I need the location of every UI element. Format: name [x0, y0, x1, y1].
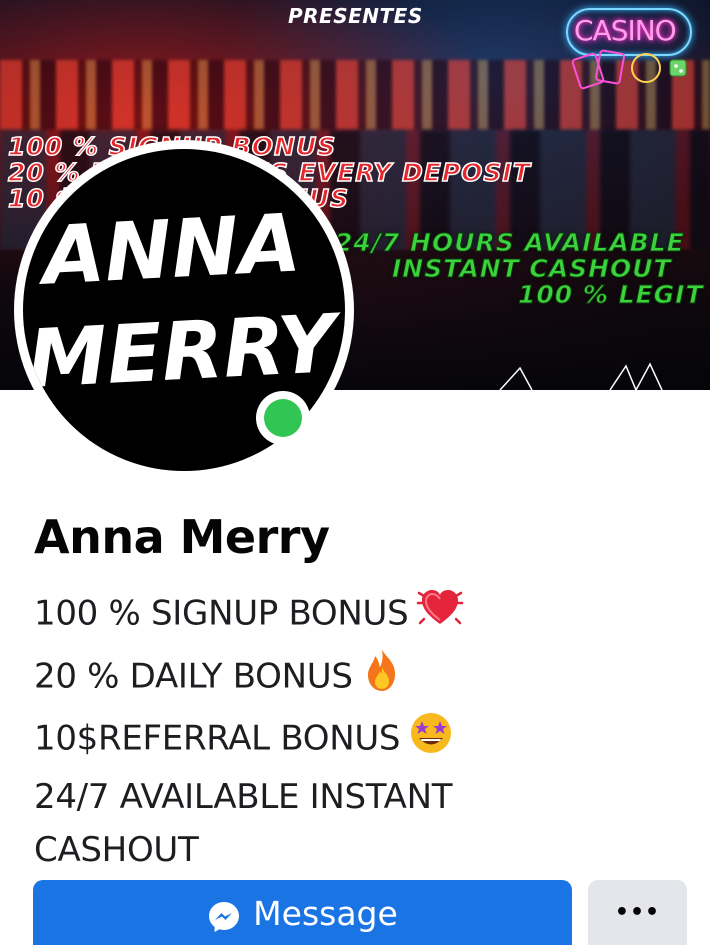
bio-line-text: 100 % SIGNUP BONUS — [34, 593, 409, 634]
avatar-logo-line1: ANNA — [34, 196, 302, 303]
bio-line-text: 10$REFERRAL BONUS — [34, 718, 401, 759]
avatar-logo-line2: MERRY — [25, 297, 345, 406]
casino-neon-sign: CASINO — [566, 8, 692, 94]
message-button[interactable]: Message — [33, 880, 572, 945]
bio-line: 24/7 AVAILABLE INSTANT — [34, 771, 694, 824]
online-status-indicator — [256, 391, 310, 445]
star-struck-icon — [408, 709, 454, 771]
cover-promo-green-3: 100 % LEGIT — [518, 280, 704, 310]
bio-line-text: 24/7 AVAILABLE INSTANT — [34, 777, 453, 817]
cards-dice-icon — [571, 49, 687, 90]
bio-line: 100 % SIGNUP BONUS — [34, 583, 694, 647]
fire-icon — [361, 647, 403, 709]
bio-line: 10$REFERRAL BONUS — [34, 709, 694, 771]
bio-line-text: CASHOUT — [34, 830, 199, 870]
bio-line-text: 20 % DAILY BONUS — [34, 656, 353, 697]
messenger-icon — [207, 894, 241, 939]
cover-promo-green-2: INSTANT CASHOUT — [392, 254, 672, 284]
bio-line: CASHOUT — [34, 824, 694, 877]
more-dots-icon: ••• — [614, 900, 661, 925]
message-button-label: Message — [253, 894, 398, 933]
sparkling-heart-icon — [416, 583, 464, 647]
profile-name: Anna Merry — [34, 510, 330, 564]
bio-line: 20 % DAILY BONUS — [34, 647, 694, 709]
cover-presentes-text: PRESENTES — [288, 4, 423, 28]
cover-promo-green-1: 24/7 HOURS AVAILABLE — [335, 228, 685, 258]
more-options-button[interactable]: ••• — [588, 880, 687, 945]
profile-bio: 100 % SIGNUP BONUS 20 % DAILY BONUS 10$R… — [34, 583, 694, 877]
